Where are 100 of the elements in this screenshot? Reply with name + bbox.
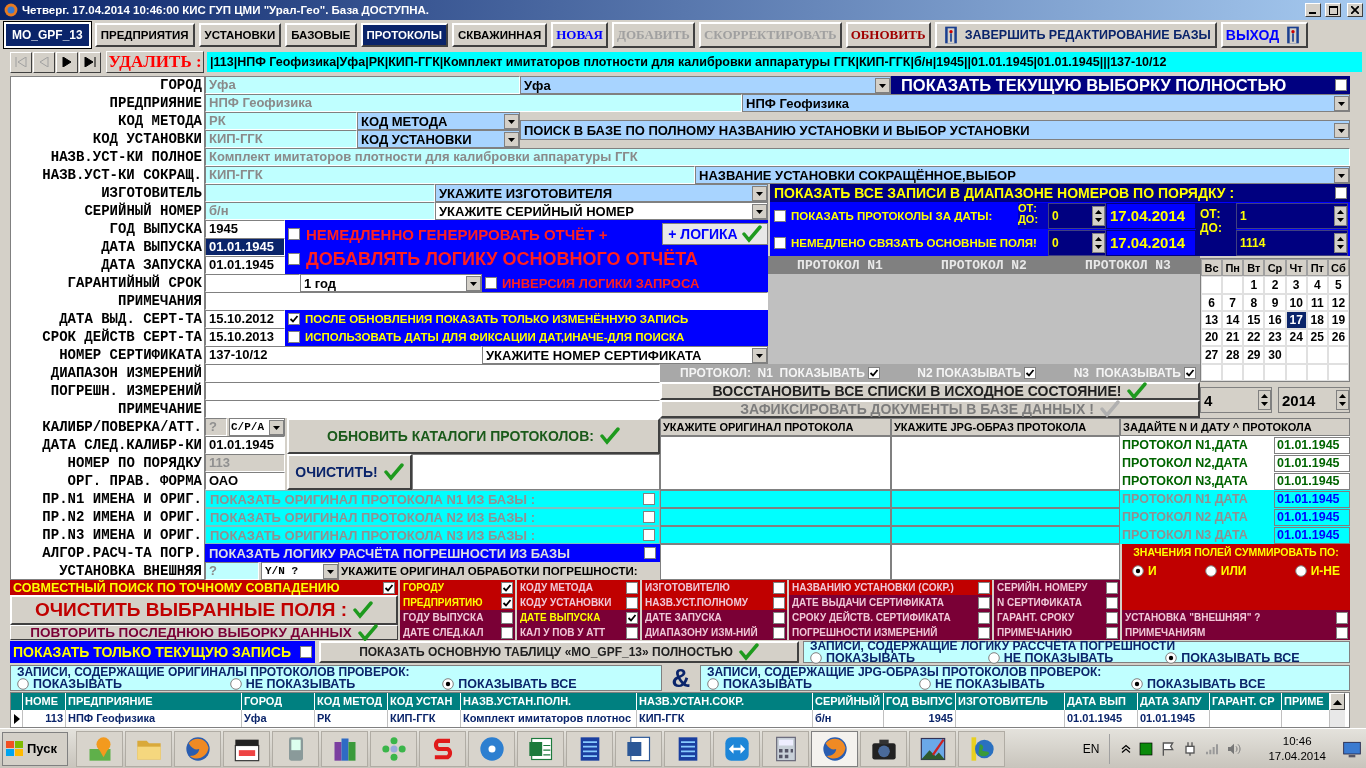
maximize-button[interactable]: [1325, 3, 1341, 17]
filter-option[interactable]: ПРИМЕЧАНИЯМ: [1122, 625, 1350, 640]
checkbox[interactable]: [288, 331, 300, 343]
checkbox[interactable]: [288, 228, 300, 240]
file-path-field[interactable]: [660, 526, 891, 544]
taskbar-button[interactable]: [860, 730, 907, 767]
checkbox[interactable]: [1336, 611, 1348, 624]
calendar-day[interactable]: 1: [1243, 276, 1265, 294]
checkbox[interactable]: [978, 626, 990, 639]
checkbox[interactable]: [626, 626, 638, 639]
filter-option[interactable]: НАЗВ.УСТ.ПОЛНОМУ: [642, 595, 787, 610]
toolbar-button[interactable]: НОВАЯ: [551, 22, 608, 48]
checkbox[interactable]: [288, 253, 300, 265]
spin-field[interactable]: 0: [1048, 203, 1106, 229]
calendar-day[interactable]: 15: [1243, 311, 1265, 329]
column-header[interactable]: ИЗГОТОВИТЕЛЬ: [956, 693, 1065, 710]
checkbox[interactable]: [774, 237, 786, 249]
caret-icon[interactable]: [1334, 167, 1349, 183]
column-header[interactable]: ГОД ВЫПУС: [884, 693, 956, 710]
filter-option[interactable]: ДАТЕ ВЫПУСКА: [517, 610, 640, 625]
radio-button[interactable]: [987, 651, 1000, 664]
filter-option[interactable]: ПРЕДПРИЯТИЮ: [400, 595, 515, 610]
calendar-day[interactable]: 20: [1201, 328, 1223, 347]
calendar-day[interactable]: 24: [1285, 328, 1307, 347]
language-indicator[interactable]: EN: [1074, 741, 1108, 756]
caret-icon[interactable]: [752, 347, 767, 363]
filter-option[interactable]: ДИАПАЗОНУ ИЗМ-НИЙ: [642, 625, 787, 640]
radio-button[interactable]: [17, 677, 29, 690]
filter-option[interactable]: НАЗВАНИЮ УСТАНОВКИ (СОКР.): [789, 580, 992, 595]
radio-button[interactable]: [1165, 651, 1178, 664]
tab[interactable]: ПРОТОКОЛЫ: [360, 23, 448, 47]
caret-icon[interactable]: [752, 203, 767, 219]
calendar-day[interactable]: 18: [1306, 311, 1328, 329]
checkbox[interactable]: [1106, 611, 1118, 624]
record-nav-button[interactable]: [56, 51, 78, 73]
protocol-date-field[interactable]: 01.01.1945: [1274, 454, 1350, 472]
filter-option[interactable]: КОДУ МЕТОДА: [517, 580, 640, 595]
calendar-day[interactable]: 19: [1327, 311, 1349, 329]
filter-option[interactable]: КАЛ У ПОВ У АТТ: [517, 625, 640, 640]
tab[interactable]: ПРЕДПРИЯТИЯ: [94, 23, 195, 47]
spin-field[interactable]: 0: [1048, 230, 1106, 256]
row-pointer-icon[interactable]: [13, 713, 20, 724]
filter-option[interactable]: УСТАНОВКА "ВНЕШНЯЯ" ?: [1122, 610, 1350, 625]
column-header[interactable]: НАЗВ.УСТАН.СОКР.: [637, 693, 813, 710]
taskbar-button[interactable]: [566, 730, 613, 767]
filter-option[interactable]: ДАТЕ ВЫДАЧИ СЕРТИФИКАТА: [789, 595, 992, 610]
clear-selected-button[interactable]: ОЧИСТИТЬ ВЫБРАННЫЕ ПОЛЯ :: [10, 595, 398, 625]
scroll-up-button[interactable]: [1330, 693, 1345, 710]
current-record-option[interactable]: ПОКАЗАТЬ ТОЛЬКО ТЕКУЩУЮ ЗАПИСЬ: [10, 641, 315, 663]
error-field[interactable]: [205, 382, 660, 400]
calendar-day[interactable]: 27: [1201, 346, 1223, 364]
checkbox[interactable]: [774, 210, 786, 222]
toolbar-button[interactable]: ВЫХОД: [1220, 22, 1309, 48]
checkbox[interactable]: [773, 611, 785, 624]
radio-button[interactable]: [1204, 565, 1217, 577]
city-dropdown[interactable]: Уфа: [520, 76, 891, 94]
maker-dropdown[interactable]: УКАЖИТЕ ИЗГОТОВИТЕЛЯ: [435, 184, 768, 202]
calendar-day[interactable]: 28: [1222, 346, 1244, 364]
cert-number-field[interactable]: 137-10/12: [205, 346, 482, 364]
checkbox[interactable]: [501, 626, 513, 639]
column-header[interactable]: КОД УСТАН: [388, 693, 461, 710]
cert-number-dropdown[interactable]: УКАЖИТЕ НОМЕР СЕРТИФИКАТА: [482, 346, 768, 364]
checkbox[interactable]: [643, 529, 655, 541]
file-path-field[interactable]: [660, 490, 891, 508]
short-name-dropdown[interactable]: НАЗВАНИЕ УСТАНОВКИ СОКРАЩЁННОЕ,ВЫБОР: [695, 166, 1350, 184]
show-logic-option[interactable]: ПОКАЗАТЬ ЛОГИКУ РАСЧЁТА ПОГРЕШНОСТИ ИЗ БАЗЫ: [205, 544, 660, 562]
checkbox[interactable]: [501, 581, 513, 594]
restore-lists-button[interactable]: ВОССТАНОВИТЬ ВСЕ СПИСКИ В ИСХОДНОЕ СОСТОЯНИЕ!: [660, 382, 1200, 400]
calendar-day[interactable]: 26: [1327, 328, 1349, 347]
installation-code-dropdown[interactable]: КОД УСТАНОВКИ: [357, 130, 520, 148]
checkbox[interactable]: [978, 596, 990, 609]
checkbox[interactable]: [1335, 187, 1347, 199]
calendar-day[interactable]: 11: [1306, 293, 1328, 312]
caret-icon[interactable]: [752, 185, 767, 201]
record-nav-button[interactable]: [79, 51, 101, 73]
minimize-button[interactable]: [1305, 3, 1321, 17]
caret-icon[interactable]: [269, 419, 284, 435]
warranty-field[interactable]: [205, 274, 300, 292]
radio-button[interactable]: [810, 651, 822, 664]
calendar-day[interactable]: 8: [1243, 293, 1265, 312]
caret-icon[interactable]: [466, 275, 481, 291]
caret-icon[interactable]: [875, 77, 890, 93]
protocol-date-field[interactable]: 01.01.1945: [1274, 508, 1350, 526]
checkbox[interactable]: [626, 596, 638, 609]
checkbox[interactable]: [1336, 626, 1348, 639]
column-header[interactable]: ДАТА ВЫП: [1065, 693, 1138, 710]
checkbox[interactable]: [773, 581, 785, 594]
column-header[interactable]: ПРИМЕ: [1282, 693, 1330, 710]
checkbox[interactable]: [1024, 367, 1037, 379]
cert-valid-date-field[interactable]: 15.10.2013: [205, 328, 285, 346]
taskbar-button[interactable]: [223, 730, 270, 767]
checkbox[interactable]: [1335, 79, 1347, 91]
enterprise-dropdown[interactable]: НПФ Геофизика: [742, 94, 1350, 112]
column-header[interactable]: НОМЕ: [23, 693, 66, 710]
checkbox[interactable]: [978, 581, 990, 594]
filter-option[interactable]: ДАТЕ ЗАПУСКА: [642, 610, 787, 625]
checkbox[interactable]: [383, 581, 395, 594]
spinner-arrows-icon[interactable]: [1334, 233, 1347, 253]
filter-option[interactable]: СРОКУ ДЕЙСТВ. СЕРТИФИКАТА: [789, 610, 992, 625]
toolbar-button[interactable]: ОБНОВИТЬ: [845, 22, 931, 48]
